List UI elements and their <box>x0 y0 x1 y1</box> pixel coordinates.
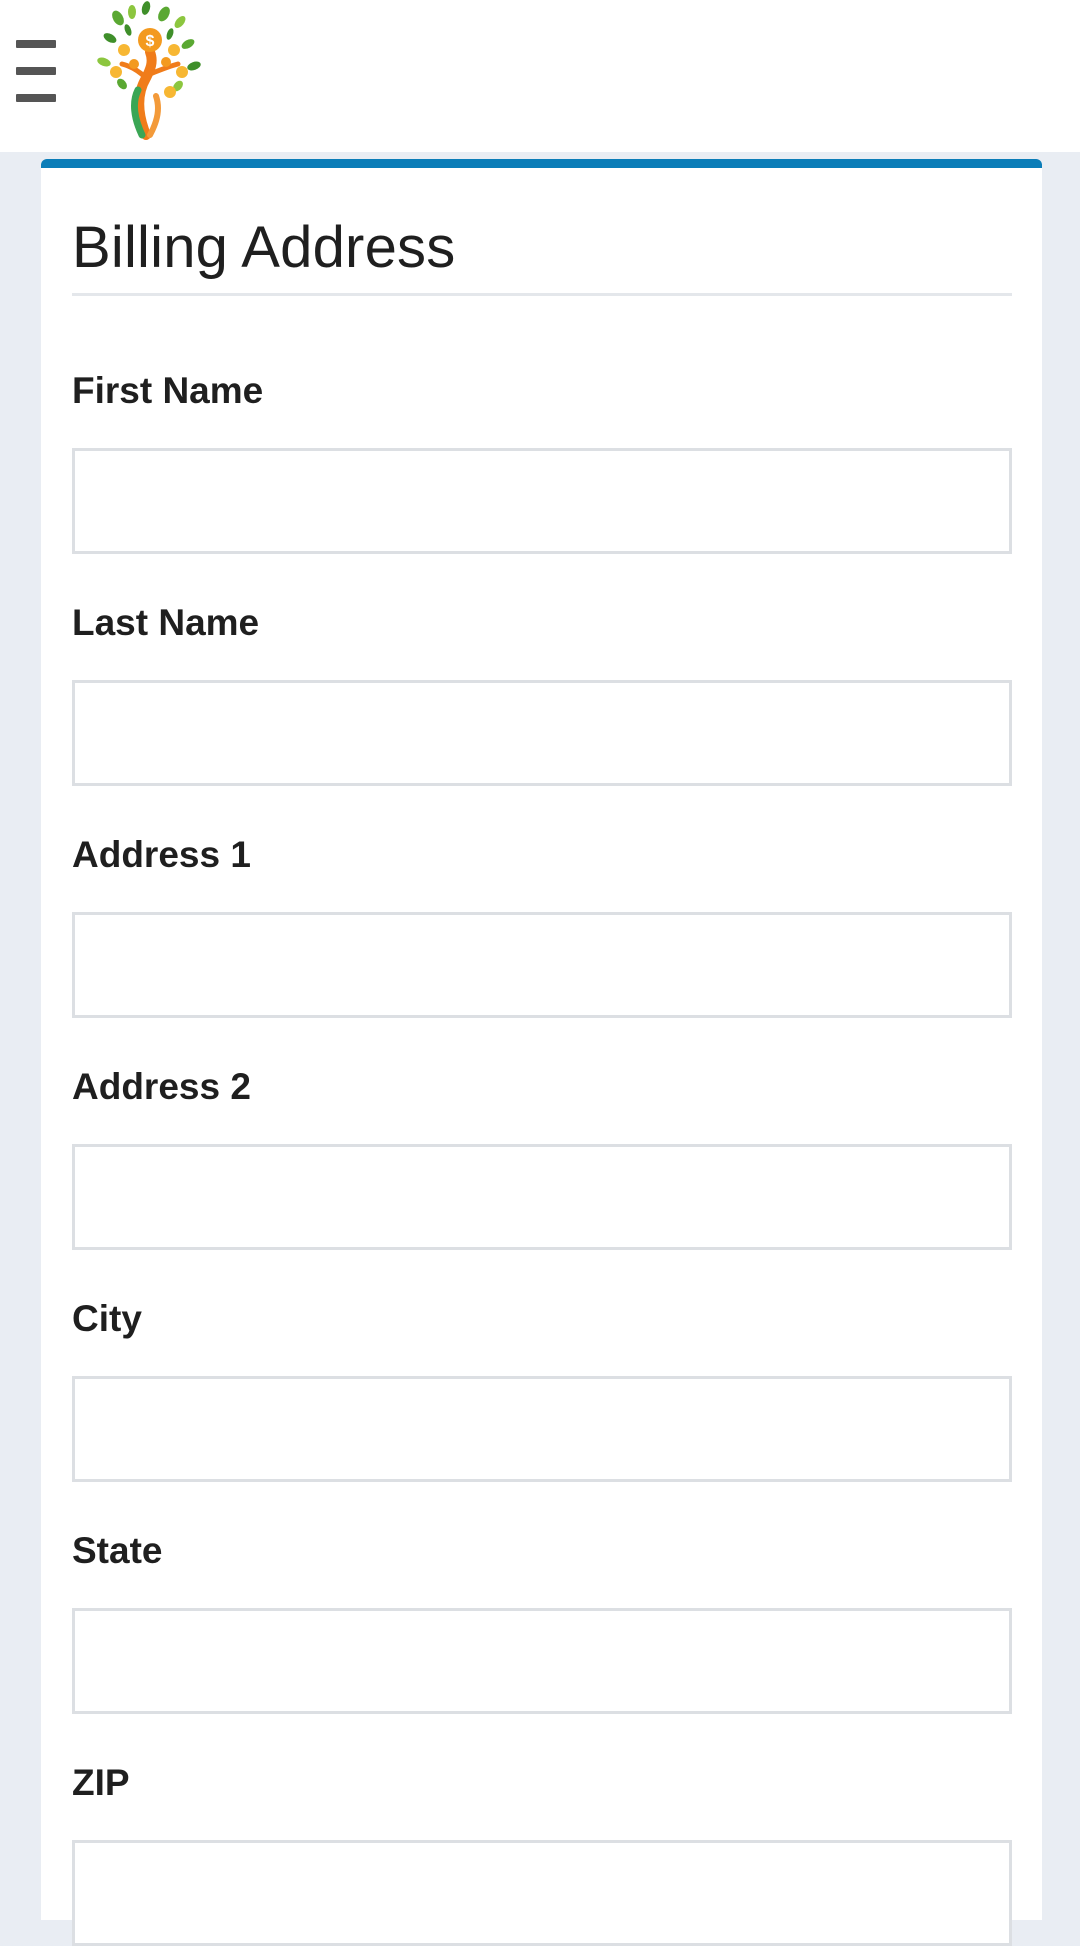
top-bar: $ <box>0 0 1080 152</box>
title-divider <box>72 293 1012 296</box>
page-title: Billing Address <box>72 215 456 280</box>
zip-field[interactable] <box>72 1840 1012 1946</box>
first-name-label: First Name <box>72 370 264 411</box>
state-label: State <box>72 1530 163 1571</box>
address-2-label: Address 2 <box>72 1066 251 1107</box>
address-2-field[interactable] <box>72 1144 1012 1250</box>
first-name-field[interactable] <box>72 448 1012 554</box>
address-1-label: Address 1 <box>72 834 251 875</box>
state-field[interactable] <box>72 1608 1012 1714</box>
hamburger-menu-icon[interactable] <box>16 40 60 102</box>
address-1-field[interactable] <box>72 912 1012 1018</box>
billing-address-card: Billing Address First Name Last Name Add… <box>41 159 1042 1946</box>
last-name-label: Last Name <box>72 602 260 643</box>
last-name-field[interactable] <box>72 680 1012 786</box>
hamburger-line <box>16 94 56 102</box>
hamburger-line <box>16 67 56 75</box>
zip-label: ZIP <box>72 1762 130 1803</box>
svg-text:$: $ <box>146 33 155 50</box>
city-label: City <box>72 1298 142 1339</box>
city-field[interactable] <box>72 1376 1012 1482</box>
hamburger-line <box>16 40 56 48</box>
money-tree-logo[interactable]: $ <box>88 0 208 140</box>
